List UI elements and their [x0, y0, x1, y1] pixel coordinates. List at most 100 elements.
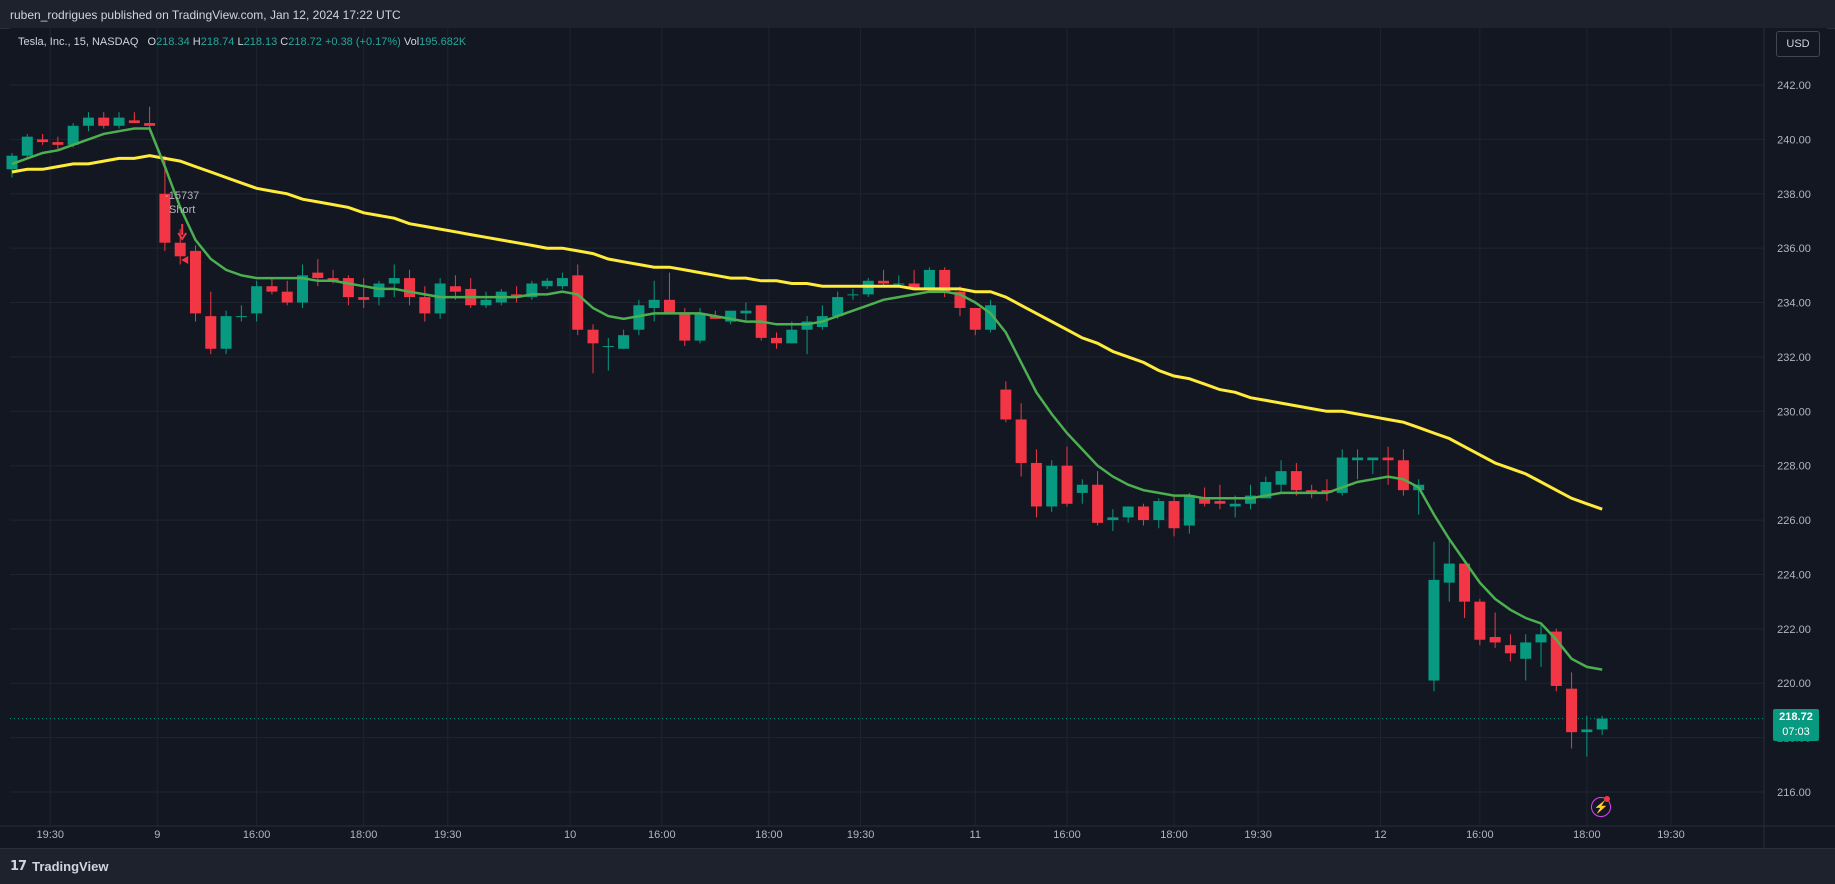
candle-body [1474, 601, 1486, 640]
candle-body [434, 283, 446, 314]
candle-body [144, 123, 156, 126]
volume-label: Vol [403, 36, 420, 48]
entry-marker-icon [181, 256, 189, 264]
candle-body [235, 316, 247, 318]
candle-body [1153, 501, 1165, 521]
candle-body [37, 139, 49, 143]
change-value: +0.38 (+0.17%) [324, 36, 401, 48]
candle-body [404, 278, 416, 298]
candle-body [1596, 718, 1608, 730]
candlestick-chart[interactable]: 216.00218.00220.00222.00224.00226.00228.… [0, 0, 1835, 883]
candle-body [388, 278, 400, 284]
y-tick-label: 242.00 [1777, 80, 1811, 92]
ohlc-legend: Tesla, Inc., 15, NASDAQ O218.34 H218.74 … [18, 36, 466, 48]
high-value: 218.74 [200, 36, 235, 48]
x-tick-label: 19:30 [434, 829, 462, 841]
candle-body [572, 275, 584, 330]
x-tick-label: 16:00 [1466, 829, 1494, 841]
candle-body [587, 329, 599, 344]
candle-body [205, 316, 217, 349]
close-value: 218.72 [288, 36, 322, 48]
candle-body [1566, 688, 1578, 733]
candle-body [251, 286, 263, 314]
candle-body [602, 346, 614, 348]
x-tick-label: 9 [154, 829, 160, 841]
y-tick-label: 234.00 [1777, 298, 1811, 310]
candle-body [923, 269, 935, 289]
y-tick-label: 226.00 [1777, 515, 1811, 527]
candle-body [1443, 563, 1455, 583]
annotation-side: Short [169, 204, 195, 216]
candle-body [1489, 637, 1501, 643]
symbol-label[interactable]: Tesla, Inc., 15, NASDAQ [18, 36, 138, 48]
candle-body [1214, 501, 1226, 504]
x-tick-label: 18:00 [755, 829, 783, 841]
candle-body [1183, 495, 1195, 526]
candle-body [1000, 389, 1012, 420]
volume-value: 195.682K [419, 36, 467, 48]
y-tick-label: 220.00 [1777, 678, 1811, 690]
tradingview-brand[interactable]: 17 TradingView [10, 859, 108, 874]
candle-body [1046, 465, 1058, 507]
candle-body [878, 280, 890, 284]
y-tick-label: 228.00 [1777, 461, 1811, 473]
candle-body [312, 272, 324, 279]
grid [0, 28, 1835, 848]
open-value: 218.34 [156, 36, 190, 48]
candle-body [1229, 503, 1241, 507]
candle-body [618, 335, 630, 349]
y-tick-label: 232.00 [1777, 352, 1811, 364]
candle-body [740, 310, 752, 314]
candle-body [1352, 457, 1364, 461]
candle-body [342, 278, 354, 298]
candle-body [449, 286, 461, 292]
y-tick-label: 230.00 [1777, 406, 1811, 418]
candle-body [556, 278, 568, 287]
candle-body [67, 125, 79, 145]
candle-body [189, 250, 201, 314]
candle-body [1520, 642, 1532, 659]
x-tick-label: 16:00 [648, 829, 676, 841]
x-tick-label: 18:00 [350, 829, 378, 841]
candle-body [1122, 506, 1134, 518]
price-axis[interactable]: 216.00218.00220.00222.00224.00226.00228.… [1777, 80, 1811, 799]
candle-body [480, 299, 492, 306]
last-price-tag: 218.72 07:03 [1773, 709, 1819, 741]
ema-fast-line [11, 127, 1603, 671]
candle-body [266, 286, 278, 292]
candle-body [1367, 457, 1379, 461]
currency-button[interactable]: USD [1776, 31, 1820, 57]
x-tick-label: 11 [970, 829, 981, 841]
candle-body [1076, 484, 1088, 493]
candle-body [832, 297, 844, 317]
candle-body [1382, 457, 1394, 461]
candle-body [113, 117, 125, 126]
candle-body [373, 283, 385, 298]
candle-body [893, 283, 905, 285]
candle-body [648, 299, 660, 308]
candle-body [679, 313, 691, 341]
annotation-qty: -15737 [165, 190, 199, 202]
y-tick-label: 238.00 [1777, 189, 1811, 201]
x-tick-label: 16:00 [1053, 829, 1081, 841]
brand-name: TradingView [32, 859, 109, 874]
x-tick-label: 19:30 [1244, 829, 1272, 841]
x-tick-label: 10 [564, 829, 576, 841]
candle-body [128, 120, 140, 124]
x-tick-label: 12 [1374, 829, 1386, 841]
candle-body [771, 337, 782, 344]
candle-body [969, 307, 981, 330]
candle-body [1168, 501, 1180, 529]
candle-body [419, 297, 431, 314]
time-axis[interactable]: 19:30 9 16:00 18:00 19:30 10 16:00 18:00 19:30 11… [36, 829, 1684, 841]
x-tick-label: 18:00 [1160, 829, 1188, 841]
low-value: 218.13 [243, 36, 278, 48]
candle-body [1535, 634, 1547, 643]
candle-body [98, 117, 110, 126]
candle-body [1504, 645, 1516, 654]
y-tick-label: 240.00 [1777, 134, 1811, 146]
candle-body [358, 297, 370, 300]
candle-body [1092, 484, 1104, 523]
y-tick-label: 224.00 [1777, 569, 1811, 581]
y-tick-label: 222.00 [1777, 624, 1811, 636]
